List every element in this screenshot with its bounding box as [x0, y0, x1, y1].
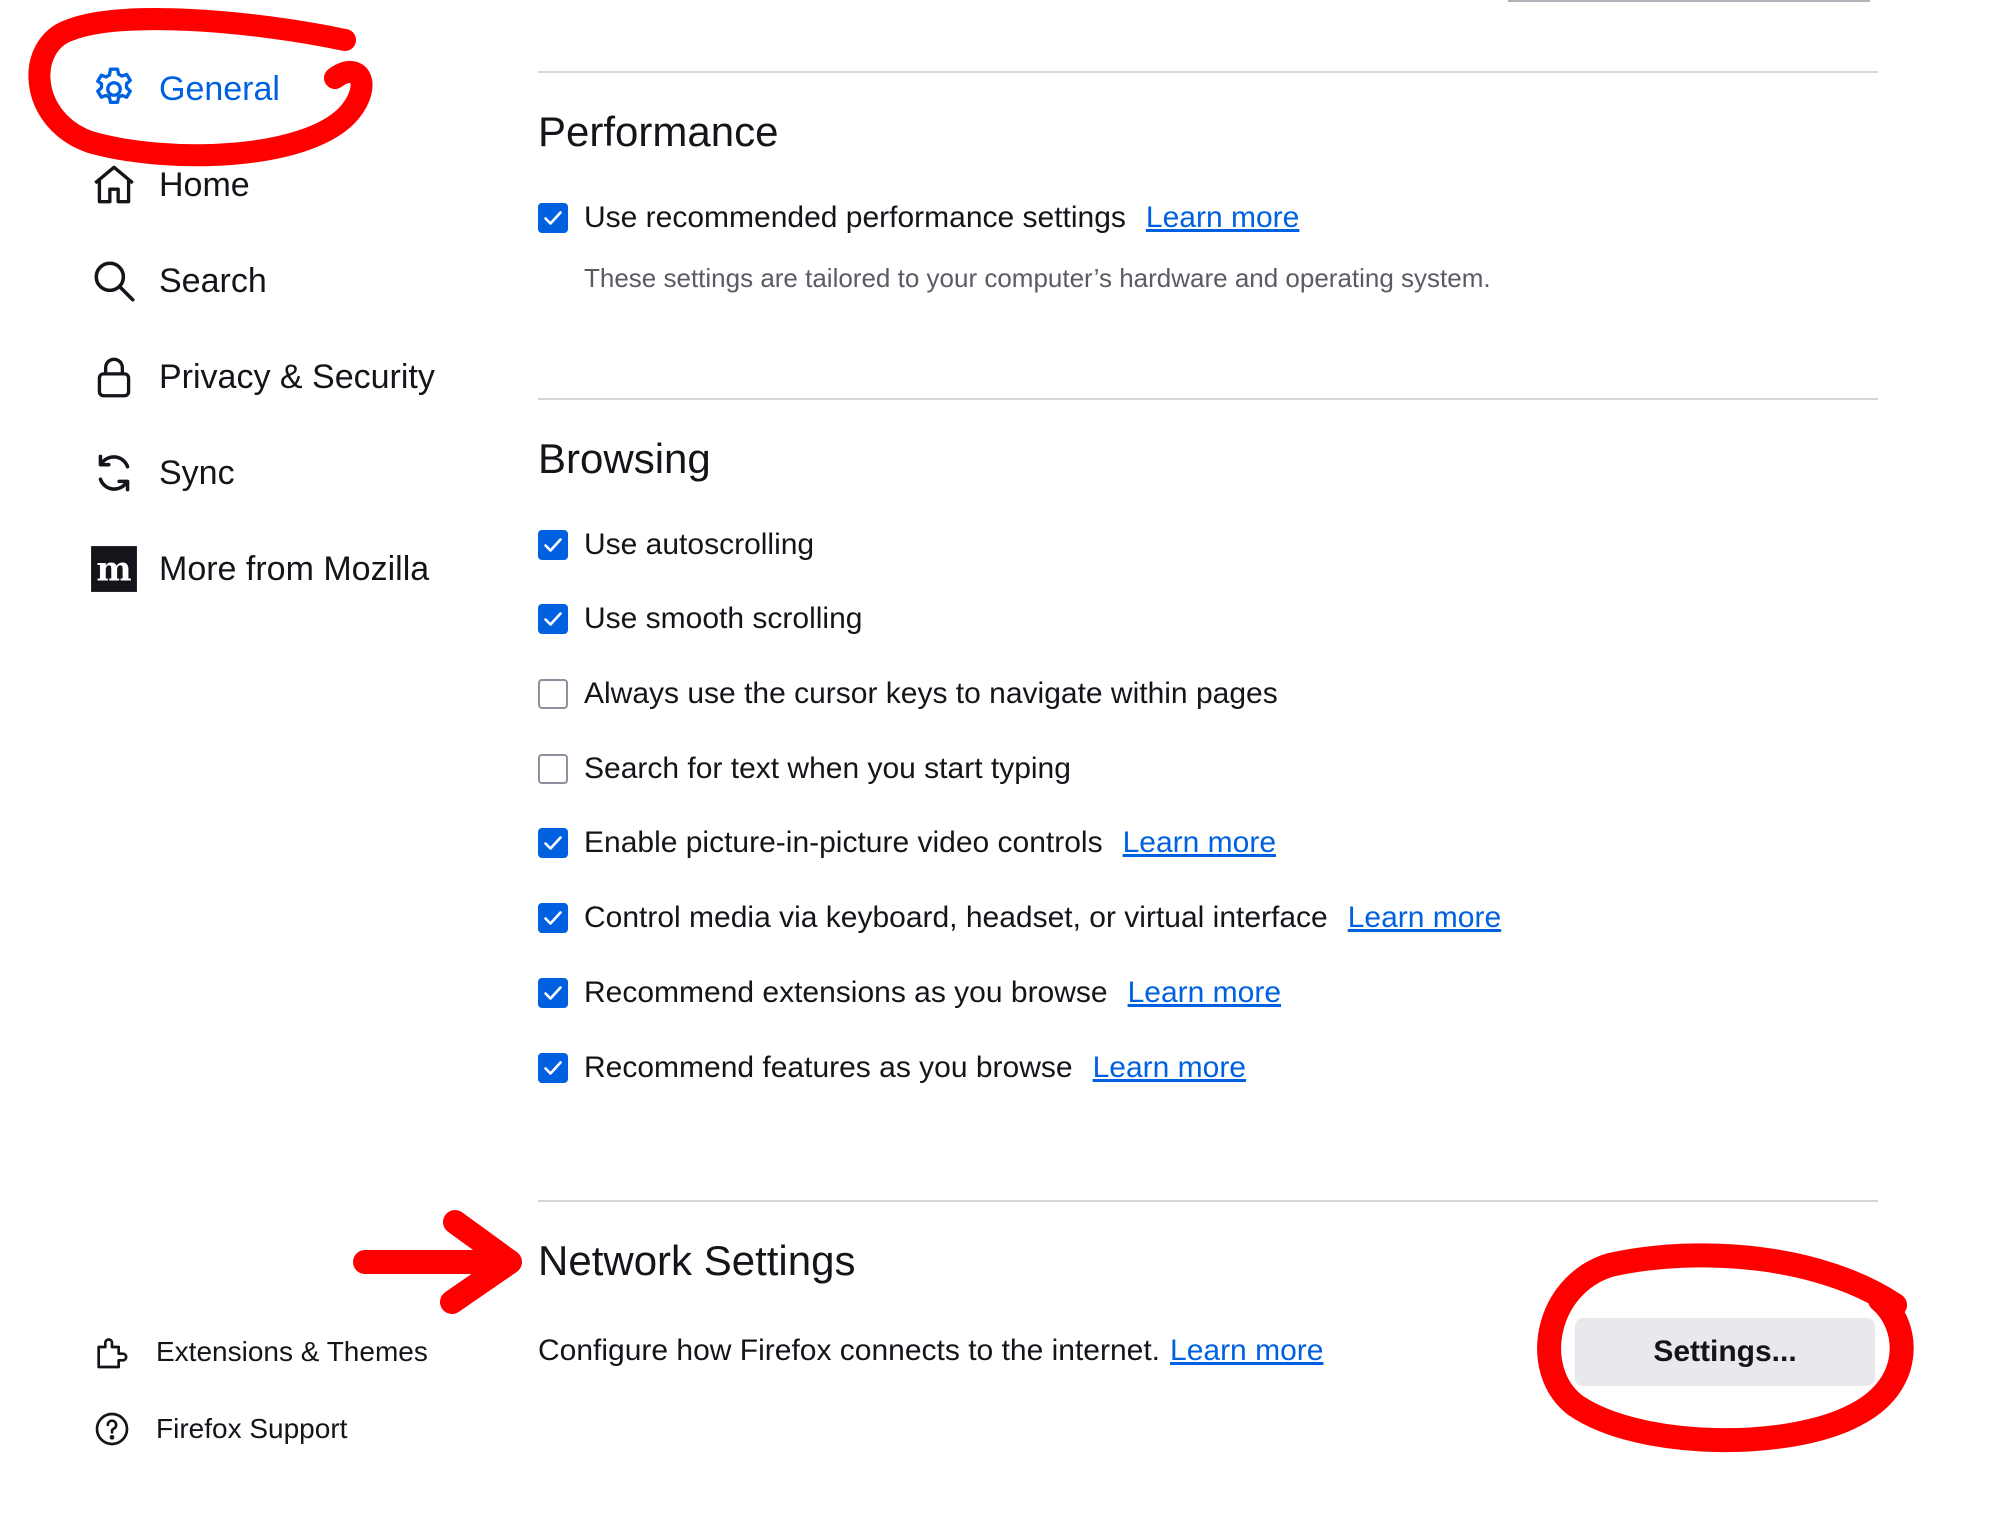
search-icon	[85, 252, 143, 310]
checkmark-icon	[544, 538, 562, 552]
checkbox-label: Use autoscrolling	[584, 528, 815, 561]
section-divider	[538, 71, 1878, 73]
checkbox-label: Use smooth scrolling	[584, 602, 863, 635]
cursor-keys-checkbox[interactable]	[538, 679, 568, 709]
gear-icon	[85, 60, 143, 118]
checkbox-label: Control media via keyboard, headset, or …	[584, 901, 1328, 934]
network-settings-button[interactable]: Settings...	[1575, 1318, 1875, 1386]
learn-more-link[interactable]: Learn more	[1093, 1051, 1246, 1085]
checkbox-label: Use recommended performance settings	[584, 201, 1126, 234]
sidebar-item-more-from-mozilla[interactable]: m More from Mozilla	[85, 533, 429, 605]
checkbox-label: Recommend extensions as you browse	[584, 976, 1108, 1009]
checkmark-icon	[544, 986, 562, 1000]
browsing-option-recommend-extensions: Recommend extensions as you browse Learn…	[538, 965, 1281, 1021]
recommended-performance-checkbox[interactable]	[538, 203, 568, 233]
smooth-scrolling-checkbox[interactable]	[538, 604, 568, 634]
autoscrolling-checkbox[interactable]	[538, 530, 568, 560]
sidebar-item-sync[interactable]: Sync	[85, 437, 235, 509]
home-icon	[85, 156, 143, 214]
sidebar-item-label: General	[159, 69, 280, 108]
browsing-option-search-typing: Search for text when you start typing	[538, 741, 1071, 797]
sidebar-footer-firefox-support[interactable]: Firefox Support	[88, 1399, 347, 1459]
sidebar-item-home[interactable]: Home	[85, 149, 250, 221]
checkmark-icon	[544, 1061, 562, 1075]
checkmark-icon	[544, 911, 562, 925]
sync-icon	[85, 444, 143, 502]
network-description-row: Configure how Firefox connects to the in…	[538, 1323, 1323, 1379]
mozilla-icon: m	[85, 540, 143, 598]
checkbox-label: Search for text when you start typing	[584, 752, 1071, 785]
scroll-indicator	[1508, 0, 1870, 2]
performance-description: These settings are tailored to your comp…	[584, 263, 1491, 293]
checkmark-icon	[544, 836, 562, 850]
sidebar-item-privacy-security[interactable]: Privacy & Security	[85, 341, 435, 413]
sidebar-item-label: Home	[159, 165, 250, 204]
sidebar-item-search[interactable]: Search	[85, 245, 267, 317]
network-description: Configure how Firefox connects to the in…	[538, 1334, 1161, 1367]
network-settings-heading: Network Settings	[538, 1237, 856, 1284]
lock-icon	[85, 348, 143, 406]
recommend-features-checkbox[interactable]	[538, 1053, 568, 1083]
performance-recommended-row: Use recommended performance settings Lea…	[538, 190, 1299, 246]
learn-more-link[interactable]: Learn more	[1170, 1334, 1323, 1368]
search-typing-checkbox[interactable]	[538, 754, 568, 784]
sidebar-item-label: Sync	[159, 453, 235, 492]
checkbox-label: Always use the cursor keys to navigate w…	[584, 677, 1278, 710]
checkbox-label: Recommend features as you browse	[584, 1051, 1073, 1084]
learn-more-link[interactable]: Learn more	[1348, 901, 1501, 935]
picture-in-picture-checkbox[interactable]	[538, 828, 568, 858]
checkmark-icon	[544, 612, 562, 626]
sidebar-footer-extensions-themes[interactable]: Extensions & Themes	[88, 1322, 428, 1382]
sidebar-footer-label: Extensions & Themes	[156, 1336, 428, 1367]
learn-more-link[interactable]: Learn more	[1128, 976, 1281, 1010]
recommend-extensions-checkbox[interactable]	[538, 978, 568, 1008]
sidebar-item-label: Privacy & Security	[159, 357, 435, 396]
browsing-option-picture-in-picture: Enable picture-in-picture video controls…	[538, 815, 1276, 871]
checkmark-icon	[544, 211, 562, 225]
browsing-heading: Browsing	[538, 435, 711, 482]
sidebar-item-label: More from Mozilla	[159, 549, 430, 588]
performance-heading: Performance	[538, 108, 779, 155]
media-control-checkbox[interactable]	[538, 903, 568, 933]
browsing-option-smooth-scrolling: Use smooth scrolling	[538, 591, 862, 647]
section-divider	[538, 1200, 1878, 1202]
sidebar-item-label: Search	[159, 261, 267, 300]
help-icon	[88, 1405, 136, 1453]
browsing-option-autoscrolling: Use autoscrolling	[538, 517, 814, 573]
checkbox-label: Enable picture-in-picture video controls	[584, 826, 1103, 859]
svg-text:m: m	[96, 549, 131, 588]
sidebar-item-general[interactable]: General	[85, 53, 280, 125]
learn-more-link[interactable]: Learn more	[1123, 826, 1276, 860]
learn-more-link[interactable]: Learn more	[1146, 201, 1299, 235]
arrow-to-network-settings	[353, 1210, 522, 1314]
section-divider	[538, 398, 1878, 400]
browsing-option-recommend-features: Recommend features as you browse Learn m…	[538, 1040, 1246, 1096]
browsing-option-media-control: Control media via keyboard, headset, or …	[538, 890, 1501, 946]
puzzle-icon	[88, 1328, 136, 1376]
sidebar-footer-label: Firefox Support	[156, 1413, 348, 1444]
browsing-option-cursor-keys: Always use the cursor keys to navigate w…	[538, 666, 1278, 722]
